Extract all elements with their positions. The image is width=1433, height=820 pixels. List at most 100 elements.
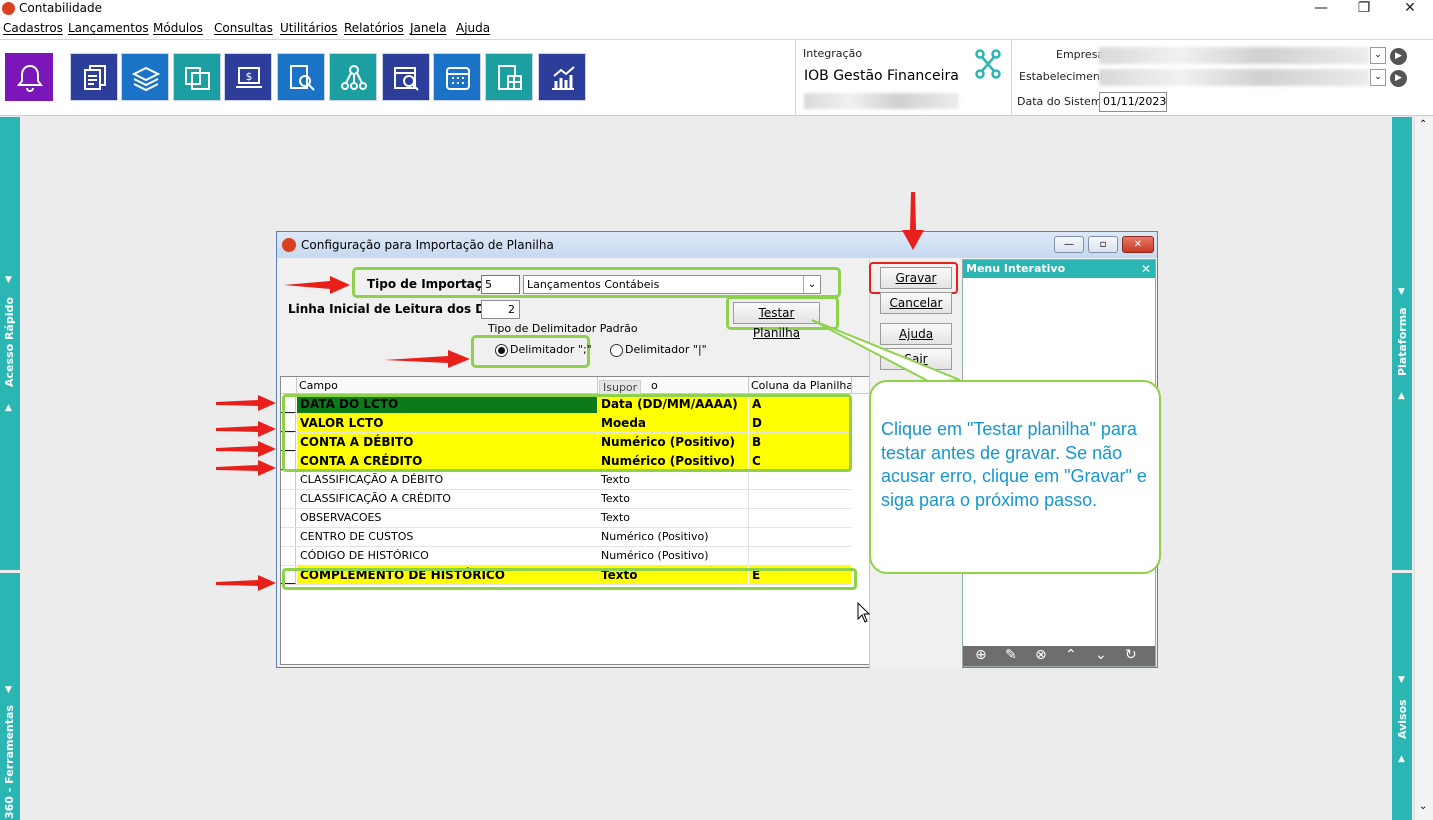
- row-indicator[interactable]: [281, 509, 296, 527]
- cell-campo[interactable]: CONTA A DÉBITO: [297, 433, 597, 451]
- add-item-icon[interactable]: ⊕: [975, 647, 987, 663]
- collapse-down-icon[interactable]: ▼: [5, 275, 12, 285]
- menu-utilitarios[interactable]: Utilitários: [280, 21, 337, 35]
- menu-janela[interactable]: Janela: [410, 21, 447, 35]
- expand-up-icon[interactable]: ▲: [1398, 391, 1405, 401]
- ferramentas-panel[interactable]: ▼ 360 - Ferramentas: [0, 573, 20, 820]
- cell-tipo[interactable]: Texto: [598, 490, 748, 508]
- spreadsheet-button[interactable]: [485, 53, 533, 101]
- cell-tipo[interactable]: Texto: [598, 509, 748, 527]
- row-indicator[interactable]: [281, 490, 296, 508]
- network-button[interactable]: [329, 53, 377, 101]
- cell-campo[interactable]: DATA DO LCTO: [297, 395, 597, 413]
- chevron-down-icon[interactable]: ⌄: [803, 276, 820, 293]
- tipo-importacao-select[interactable]: Lançamentos Contábeis ⌄: [523, 275, 821, 294]
- table-row[interactable]: DATA DO LCTO Data (DD/MM/AAAA) A: [281, 395, 851, 414]
- estabelecimento-go-icon[interactable]: ▶: [1390, 70, 1407, 87]
- close-icon[interactable]: ✕: [1122, 236, 1154, 253]
- maximize-icon[interactable]: ▫: [1088, 236, 1118, 253]
- table-row[interactable]: COMPLEMENTO DE HISTÓRICO Texto E: [281, 566, 851, 585]
- empresa-dropdown-icon[interactable]: ⌄: [1370, 47, 1386, 64]
- edit-icon[interactable]: ✎: [1005, 647, 1017, 663]
- cell-tipo[interactable]: Numérico (Positivo): [598, 547, 748, 565]
- avisos-panel[interactable]: ▼ Avisos ▲: [1392, 573, 1412, 820]
- search-document-button[interactable]: [277, 53, 325, 101]
- linha-inicial-input[interactable]: 2: [481, 300, 520, 319]
- row-indicator[interactable]: [281, 452, 296, 470]
- documents-button[interactable]: [70, 53, 118, 101]
- table-row[interactable]: CLASSIFICAÇÃO A DÉBITO Texto: [281, 471, 851, 490]
- cell-tipo[interactable]: Numérico (Positivo): [598, 433, 748, 451]
- testar-planilha-button[interactable]: Testar Planilha: [733, 302, 820, 340]
- row-indicator[interactable]: [281, 433, 296, 451]
- reports-chart-button[interactable]: [538, 53, 586, 101]
- fields-grid[interactable]: Campo Ti o Coluna da Planilha DATA DO LC…: [280, 376, 870, 665]
- column-header-campo[interactable]: Campo: [299, 379, 338, 392]
- table-row[interactable]: OBSERVACOES Texto: [281, 509, 851, 528]
- collapse-down-icon[interactable]: ▼: [5, 685, 12, 695]
- minimize-icon[interactable]: —: [1298, 0, 1344, 17]
- estabelecimento-dropdown-icon[interactable]: ⌄: [1370, 69, 1386, 86]
- plataforma-panel[interactable]: ▼ Plataforma ▲: [1392, 117, 1412, 570]
- cell-campo[interactable]: CONTA A CRÉDITO: [297, 452, 597, 470]
- row-indicator[interactable]: [281, 414, 296, 432]
- expand-up-icon[interactable]: ▲: [1398, 754, 1405, 764]
- row-indicator[interactable]: [281, 547, 296, 565]
- move-down-icon[interactable]: ⌄: [1095, 647, 1107, 663]
- cell-coluna[interactable]: D: [749, 414, 851, 432]
- dialog-title-bar[interactable]: Configuração para Importação de Planilha…: [277, 232, 1157, 258]
- row-indicator[interactable]: [281, 395, 296, 413]
- empresa-go-icon[interactable]: ▶: [1390, 48, 1407, 65]
- empresa-field[interactable]: [1099, 47, 1369, 64]
- cell-tipo[interactable]: Texto: [598, 471, 748, 489]
- table-row[interactable]: CONTA A DÉBITO Numérico (Positivo) B: [281, 433, 851, 452]
- minimize-icon[interactable]: —: [1054, 236, 1084, 253]
- expand-up-icon[interactable]: ▲: [5, 403, 12, 413]
- cell-campo[interactable]: VALOR LCTO: [297, 414, 597, 432]
- calendar-search-button[interactable]: [382, 53, 430, 101]
- row-indicator[interactable]: [281, 471, 296, 489]
- cell-coluna[interactable]: E: [749, 566, 851, 584]
- delimitador-pipe-radio[interactable]: [610, 344, 623, 357]
- acesso-rapido-panel[interactable]: ▼ Acesso Rápido ▲: [0, 117, 20, 570]
- row-indicator[interactable]: [281, 528, 296, 546]
- cell-coluna[interactable]: [749, 509, 851, 527]
- menu-relatorios[interactable]: Relatórios: [344, 21, 404, 35]
- remove-icon[interactable]: ⊗: [1035, 647, 1047, 663]
- row-indicator[interactable]: [281, 566, 296, 584]
- delimitador-pipe-label[interactable]: Delimitador "|": [625, 343, 707, 356]
- cell-coluna[interactable]: A: [749, 395, 851, 413]
- cell-tipo[interactable]: Moeda: [598, 414, 748, 432]
- menu-modulos[interactable]: Módulos: [153, 21, 203, 35]
- scroll-up-icon[interactable]: ⌃: [1419, 119, 1427, 130]
- table-row[interactable]: VALOR LCTO Moeda D: [281, 414, 851, 433]
- cell-coluna[interactable]: [749, 547, 851, 565]
- restore-icon[interactable]: ❐: [1341, 0, 1387, 17]
- cell-tipo[interactable]: Data (DD/MM/AAAA): [598, 395, 748, 413]
- collapse-down-icon[interactable]: ▼: [1398, 287, 1405, 297]
- menu-consultas[interactable]: Consultas: [214, 21, 273, 35]
- cell-campo[interactable]: CLASSIFICAÇÃO A DÉBITO: [297, 471, 597, 489]
- cell-tipo[interactable]: Numérico (Positivo): [598, 452, 748, 470]
- table-row[interactable]: CLASSIFICAÇÃO A CRÉDITO Texto: [281, 490, 851, 509]
- menu-ajuda[interactable]: Ajuda: [456, 21, 490, 35]
- gravar-button[interactable]: Gravar: [880, 267, 952, 289]
- cell-coluna[interactable]: [749, 471, 851, 489]
- cell-coluna[interactable]: [749, 528, 851, 546]
- data-sistema-field[interactable]: 01/11/2023: [1099, 92, 1167, 112]
- table-row[interactable]: CONTA A CRÉDITO Numérico (Positivo) C: [281, 452, 851, 471]
- scroll-down-icon[interactable]: ⌄: [1419, 801, 1427, 812]
- files-button[interactable]: [173, 53, 221, 101]
- cancelar-button[interactable]: Cancelar: [880, 292, 952, 314]
- table-row[interactable]: CENTRO DE CUSTOS Numérico (Positivo): [281, 528, 851, 547]
- cell-campo[interactable]: OBSERVACOES: [297, 509, 597, 527]
- tipo-importacao-code-input[interactable]: 5: [481, 275, 520, 294]
- cell-coluna[interactable]: B: [749, 433, 851, 451]
- integration-link-icon[interactable]: [975, 49, 1001, 79]
- cell-tipo[interactable]: Texto: [598, 566, 748, 584]
- menu-lancamentos[interactable]: Lançamentos: [68, 21, 149, 35]
- layers-button[interactable]: [121, 53, 169, 101]
- cell-campo[interactable]: CÓDIGO DE HISTÓRICO: [297, 547, 597, 565]
- notifications-bell-button[interactable]: [5, 53, 53, 101]
- cell-campo[interactable]: COMPLEMENTO DE HISTÓRICO: [297, 566, 597, 584]
